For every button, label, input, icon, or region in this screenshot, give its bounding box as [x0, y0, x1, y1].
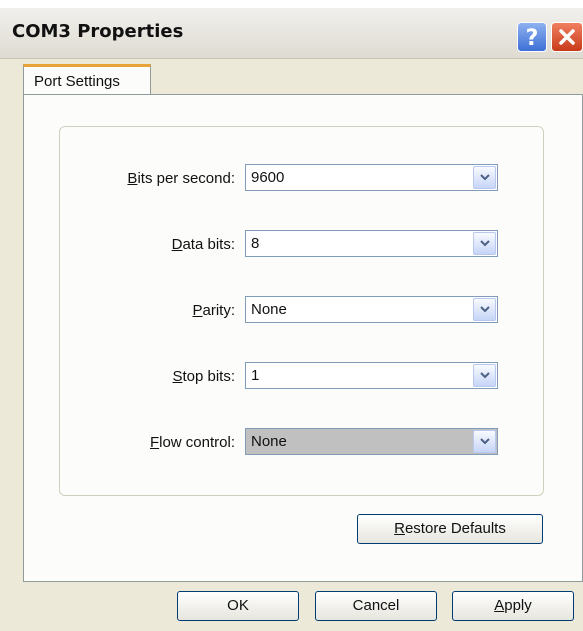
chevron-down-icon: [479, 240, 490, 247]
dropdown-button[interactable]: [473, 232, 496, 255]
close-button[interactable]: [551, 22, 583, 52]
button-label: pply: [504, 597, 532, 614]
label-text: arity:: [202, 302, 235, 319]
selected-value: 9600: [251, 169, 285, 186]
title-bar[interactable]: COM3 Properties ?: [0, 8, 583, 59]
flow-control-label: Flow control:: [60, 434, 235, 451]
mnemonic: A: [494, 597, 505, 614]
stop-bits-label: Stop bits:: [60, 368, 235, 385]
ok-button[interactable]: OK: [177, 591, 299, 621]
flow-control-select[interactable]: None: [245, 428, 498, 455]
button-label: estore Defaults: [404, 520, 506, 537]
parity-select[interactable]: None: [245, 296, 498, 323]
label-text: top bits:: [182, 368, 235, 385]
selected-value: 8: [251, 235, 260, 252]
selected-value: None: [251, 301, 287, 318]
bits-per-second-select[interactable]: 9600: [245, 164, 498, 191]
mnemonic: F: [149, 434, 160, 451]
mnemonic: P: [192, 302, 203, 319]
help-button[interactable]: ?: [517, 22, 547, 52]
data-bits-label: Data bits:: [60, 236, 235, 253]
chevron-down-icon: [479, 174, 490, 181]
label-text: its per second:: [137, 170, 235, 187]
chevron-down-icon: [479, 306, 490, 313]
selected-value: None: [251, 433, 287, 450]
stop-bits-select[interactable]: 1: [245, 362, 498, 389]
window-title: COM3 Properties: [12, 21, 184, 42]
svg-text:?: ?: [526, 26, 539, 48]
cancel-button[interactable]: Cancel: [315, 591, 437, 621]
chevron-down-icon: [479, 438, 490, 445]
mnemonic: S: [172, 368, 183, 385]
properties-window: COM3 Properties ? Port Settings Bits per…: [0, 0, 583, 631]
chevron-down-icon: [479, 372, 490, 379]
top-edge: [0, 0, 583, 8]
dropdown-button[interactable]: [473, 298, 496, 321]
bits-per-second-label: Bits per second:: [60, 170, 235, 187]
question-mark-icon: ?: [526, 26, 539, 48]
dropdown-button[interactable]: [473, 430, 496, 453]
restore-defaults-button[interactable]: Restore Defaults: [357, 514, 543, 544]
mnemonic: B: [127, 170, 138, 187]
parity-label: Parity:: [60, 302, 235, 319]
mnemonic: R: [394, 520, 405, 537]
dropdown-button[interactable]: [473, 166, 496, 189]
data-bits-select[interactable]: 8: [245, 230, 498, 257]
tab-port-settings[interactable]: Port Settings: [23, 64, 151, 95]
label-text: low control:: [159, 434, 235, 451]
dropdown-button[interactable]: [473, 364, 496, 387]
apply-button[interactable]: Apply: [452, 591, 574, 621]
selected-value: 1: [251, 367, 260, 384]
mnemonic: D: [171, 236, 183, 253]
label-text: ata bits:: [182, 236, 235, 253]
close-x-icon: [559, 29, 575, 45]
